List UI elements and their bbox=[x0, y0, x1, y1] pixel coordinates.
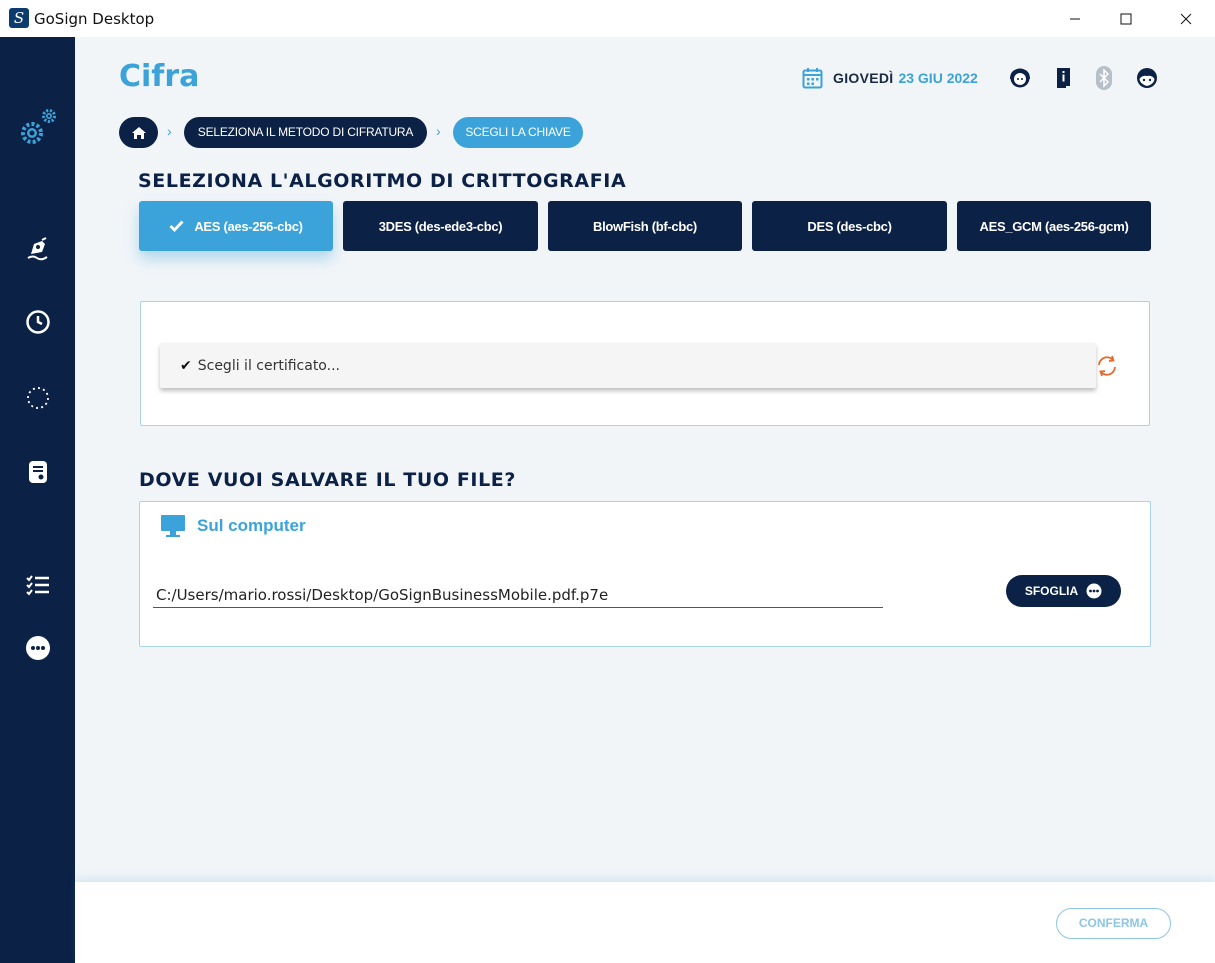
check-icon bbox=[169, 220, 184, 232]
algo-option-label: AES (aes-256-cbc) bbox=[194, 218, 303, 234]
algo-option-blowfish[interactable]: BlowFish (bf-cbc) bbox=[548, 201, 742, 251]
close-button[interactable] bbox=[1163, 0, 1209, 37]
bluetooth-icon[interactable] bbox=[1092, 66, 1116, 90]
more-dots-icon[interactable] bbox=[24, 634, 52, 662]
window-title: GoSign Desktop bbox=[34, 10, 155, 28]
footer-bar: CONFERMA bbox=[75, 882, 1215, 963]
sidebar bbox=[0, 37, 75, 963]
app-logo: S bbox=[9, 8, 29, 28]
maximize-button[interactable] bbox=[1103, 0, 1149, 37]
checklist-icon[interactable] bbox=[24, 571, 52, 599]
computer-monitor-icon bbox=[161, 515, 185, 537]
algo-option-aes[interactable]: AES (aes-256-cbc) bbox=[139, 201, 333, 251]
algo-option-3des[interactable]: 3DES (des-ede3-cbc) bbox=[343, 201, 538, 251]
minimize-icon bbox=[1070, 18, 1080, 19]
algorithm-section-title: SELEZIONA L'ALGORITMO DI CRITTOGRAFIA bbox=[138, 170, 627, 192]
date-weekday: GIOVEDÌ bbox=[833, 70, 894, 86]
algo-option-des[interactable]: DES (des-cbc) bbox=[752, 201, 947, 251]
file-path-field[interactable]: C:/Users/mario.rossi/Desktop/GoSignBusin… bbox=[153, 585, 883, 608]
info-book-icon[interactable] bbox=[1051, 66, 1075, 90]
calendar-icon bbox=[802, 68, 823, 89]
close-icon bbox=[1180, 13, 1192, 24]
loading-circle-icon[interactable] bbox=[24, 384, 52, 412]
breadcrumb-step-method[interactable]: SELEZIONA IL METODO DI CIFRATURA bbox=[184, 117, 427, 148]
certificate-select[interactable]: ✔ Scegli il certificato... bbox=[160, 343, 1096, 388]
algo-option-label: 3DES (des-ede3-cbc) bbox=[378, 218, 503, 234]
history-clock-icon[interactable] bbox=[24, 308, 52, 336]
algo-option-label: BlowFish (bf-cbc) bbox=[593, 218, 697, 234]
more-dots-icon bbox=[1086, 583, 1102, 599]
algo-option-label: AES_GCM (aes-256-gcm) bbox=[979, 218, 1129, 234]
main-content: Cifra GIOVEDÌ 23 GIU 2022 › SELEZIONA IL… bbox=[75, 37, 1215, 882]
algo-option-aes-gcm[interactable]: AES_GCM (aes-256-gcm) bbox=[957, 201, 1151, 251]
home-icon bbox=[131, 126, 146, 139]
refresh-icon[interactable] bbox=[1095, 354, 1119, 378]
document-icon[interactable] bbox=[24, 458, 52, 486]
page-title: Cifra bbox=[119, 59, 200, 94]
chevron-right-icon: › bbox=[436, 123, 441, 139]
sign-pen-icon[interactable] bbox=[24, 234, 52, 262]
certificate-panel: ✔ Scegli il certificato... bbox=[140, 301, 1150, 426]
breadcrumb-step-key[interactable]: SCEGLI LA CHIAVE bbox=[453, 117, 583, 148]
chevron-right-icon: › bbox=[167, 123, 172, 139]
support-agent-icon[interactable] bbox=[1008, 66, 1032, 90]
algo-option-label: DES (des-cbc) bbox=[807, 218, 892, 234]
date-display: GIOVEDÌ 23 GIU 2022 bbox=[802, 67, 978, 89]
browse-button-label: SFOGLIA bbox=[1024, 584, 1079, 598]
settings-gears-icon[interactable] bbox=[16, 109, 60, 149]
certificate-placeholder: Scegli il certificato... bbox=[197, 357, 340, 374]
breadcrumb-home[interactable] bbox=[119, 117, 158, 148]
confirm-button[interactable]: CONFERMA bbox=[1056, 908, 1171, 939]
save-section-title: DOVE VUOI SALVARE IL TUO FILE? bbox=[139, 469, 517, 491]
minimize-button[interactable] bbox=[1052, 0, 1098, 37]
save-location-label: Sul computer bbox=[197, 516, 306, 535]
check-icon: ✔ bbox=[180, 357, 192, 374]
window-titlebar: S GoSign Desktop bbox=[0, 0, 1215, 37]
save-location-panel: Sul computer C:/Users/mario.rossi/Deskto… bbox=[139, 501, 1151, 647]
browse-button[interactable]: SFOGLIA bbox=[1006, 575, 1121, 607]
maximize-icon bbox=[1120, 13, 1132, 24]
date-value: 23 GIU 2022 bbox=[898, 70, 978, 86]
user-face-icon[interactable] bbox=[1135, 66, 1159, 90]
